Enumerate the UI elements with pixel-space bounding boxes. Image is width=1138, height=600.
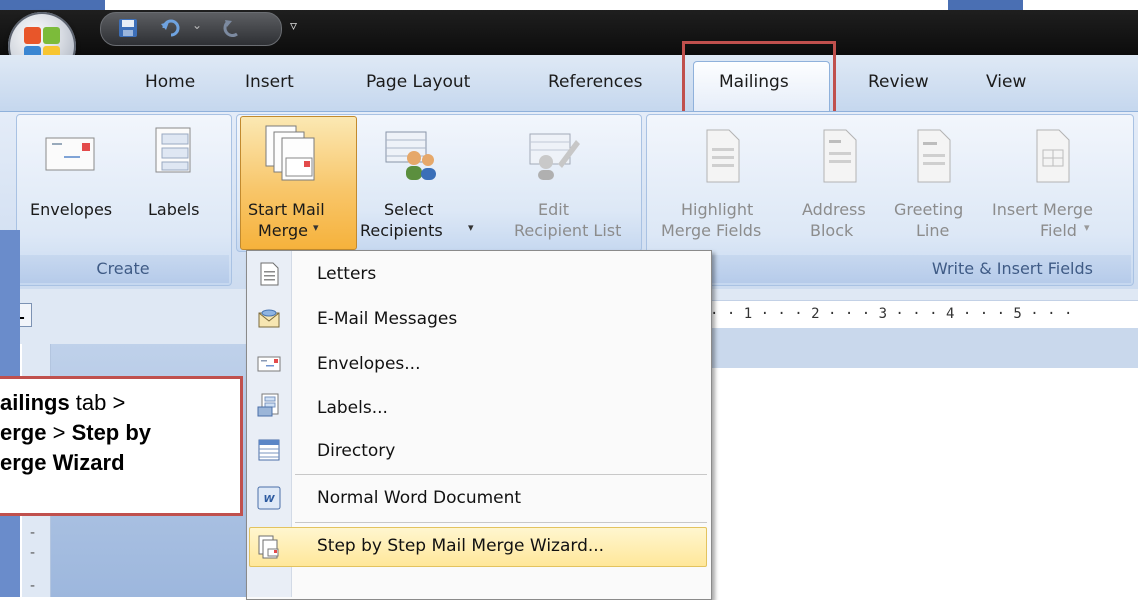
menu-label-letters: Letters — [317, 264, 377, 284]
menu-label-envelopes: Envelopes... — [317, 354, 421, 374]
edit-recipient-list-icon — [529, 133, 580, 180]
insert-merge-field-dropdown-icon[interactable]: ▾ — [1084, 221, 1090, 234]
letters-icon — [260, 262, 279, 286]
envelope-icon — [45, 137, 95, 171]
insert-merge-label-1: Insert Merge — [992, 200, 1093, 219]
menu-label-normal-word-document: Normal Word Document — [317, 488, 522, 508]
address-block-button[interactable]: Block — [810, 220, 853, 241]
labels-small-icon — [257, 393, 279, 417]
create-group-label: Create — [17, 255, 229, 283]
redo-icon[interactable] — [222, 18, 244, 38]
edit-label-1: Edit — [538, 200, 569, 219]
callout-line-2: erge > Step by — [0, 418, 235, 448]
highlight-merge-fields-button[interactable]: Merge Fields — [661, 220, 761, 241]
callout-mailings: ailings — [0, 390, 70, 415]
select-recipients-button[interactable]: Recipients — [360, 220, 443, 241]
envelope-small-icon — [257, 356, 281, 372]
select-recipients-dropdown-icon[interactable]: ▾ — [468, 221, 474, 234]
callout-line-3: erge Wizard — [0, 448, 235, 478]
select-recipients-icon — [385, 131, 436, 180]
undo-icon[interactable] — [160, 18, 184, 38]
labels-icon — [155, 127, 191, 173]
tab-home[interactable]: Home — [145, 72, 195, 98]
menu-label-directory: Directory — [317, 441, 396, 461]
insert-merge-field-icon — [1036, 129, 1070, 183]
write-insert-fields-label-text: Write & Insert Fields — [931, 259, 1093, 278]
menu-separator — [295, 474, 707, 475]
vertical-ruler-tick: - — [30, 545, 36, 561]
customize-qat-icon[interactable]: ▿ — [290, 18, 297, 34]
labels-button[interactable]: Labels — [148, 199, 200, 220]
start-mail-merge-dropdown-icon: ▾ — [313, 221, 319, 234]
highlight-label-1: Highlight — [681, 200, 754, 219]
address-block-icon — [823, 129, 857, 183]
envelopes-button[interactable]: Envelopes — [30, 199, 112, 220]
callout-merge-wizard: erge Wizard — [0, 450, 125, 475]
callout-merge: erge — [0, 420, 47, 445]
tab-references[interactable]: References — [548, 72, 642, 98]
horizontal-ruler[interactable]: · · 1 · · · 2 · · · 3 · · · 4 · · · 5 · … — [710, 300, 1138, 330]
tab-insert[interactable]: Insert — [245, 72, 294, 98]
instruction-callout-text: ailings tab > erge > Step by erge Wizard — [0, 388, 235, 478]
callout-arrow: > — [46, 420, 72, 445]
tab-review[interactable]: Review — [868, 72, 929, 98]
directory-icon — [258, 439, 280, 461]
email-icon — [258, 309, 280, 328]
vertical-ruler-tick: - — [30, 578, 36, 594]
select-recipients-label-1: Select — [384, 200, 434, 219]
undo-dropdown-icon[interactable]: ⌄ — [192, 18, 202, 32]
start-mail-merge-icon — [265, 125, 315, 181]
vertical-ruler-tick: - — [30, 525, 36, 541]
greeting-line-icon — [917, 129, 951, 183]
start-mail-merge-label-2: Merge — [258, 221, 308, 240]
save-icon[interactable] — [118, 18, 138, 38]
callout-line-1: ailings tab > — [0, 388, 235, 418]
tab-page-layout[interactable]: Page Layout — [366, 72, 470, 98]
ruler-shadow — [710, 328, 1138, 368]
callout-tab-text: tab > — [69, 390, 126, 415]
background-right — [948, 0, 1023, 10]
svg-text:W: W — [263, 494, 275, 505]
address-label-1: Address — [802, 200, 866, 219]
start-mail-merge-label-1: Start Mail — [248, 200, 325, 219]
greeting-line-button[interactable]: Line — [916, 220, 949, 241]
menu-label-step-by-step-wizard: Step by Step Mail Merge Wizard... — [317, 536, 605, 556]
insert-merge-field-button[interactable]: Field — [1040, 220, 1077, 241]
callout-step-by: Step by — [71, 420, 152, 445]
tab-view[interactable]: View — [986, 72, 1026, 98]
menu-separator — [295, 522, 707, 523]
highlight-merge-fields-icon — [706, 129, 740, 183]
edit-recipient-list-button[interactable]: Recipient List — [514, 220, 621, 241]
menu-label-email-messages: E-Mail Messages — [317, 309, 458, 329]
greeting-label-1: Greeting — [894, 200, 964, 219]
write-insert-fields-label: Write & Insert Fields — [647, 255, 1131, 283]
word-document-icon: W — [257, 486, 281, 510]
wizard-icon — [258, 535, 279, 559]
mailings-highlight-box — [682, 41, 836, 116]
menu-label-labels: Labels... — [317, 398, 388, 418]
